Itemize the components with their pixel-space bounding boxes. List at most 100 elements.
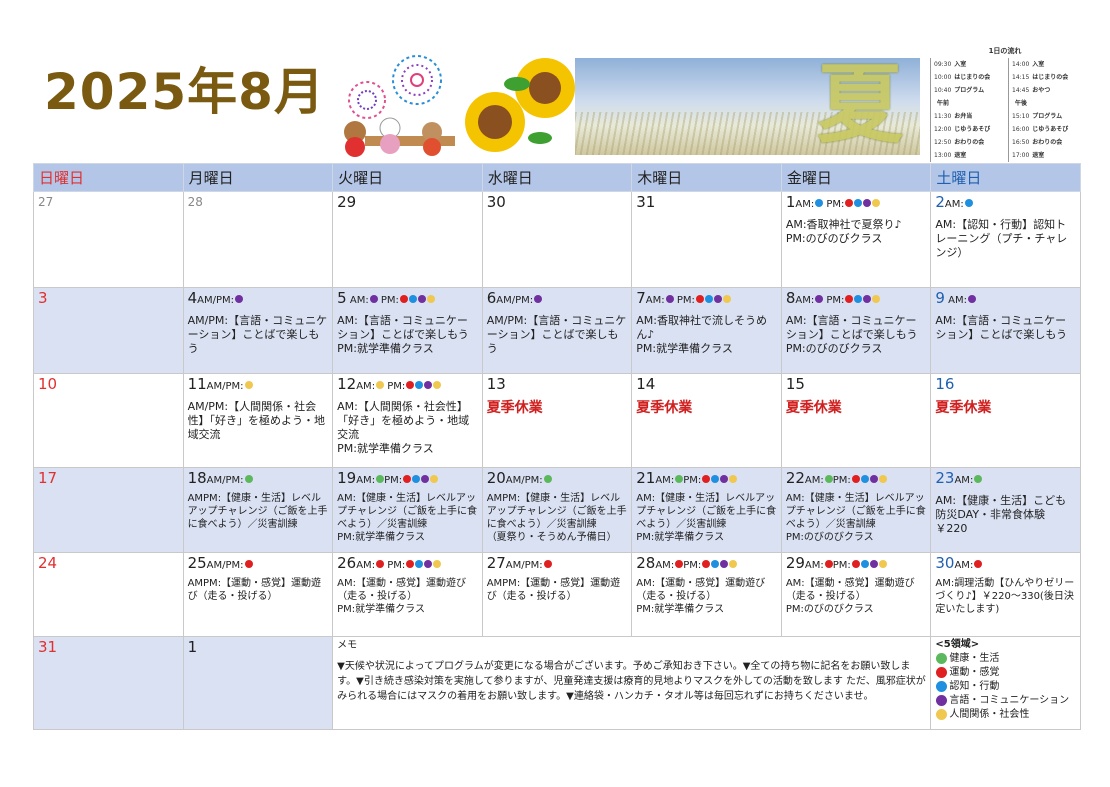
event-text: AM:【認知・行動】認知トレーニング（プチ・チャレンジ） <box>935 218 1068 259</box>
session-mark: AM: <box>356 381 376 392</box>
day-header: 9 AM: <box>935 289 1076 310</box>
schedule-row: 12:00 じゆうあそび <box>934 123 1002 136</box>
cognition-dot-icon <box>711 559 720 568</box>
schedule-row: 午前 <box>934 97 1002 110</box>
day-cell-28: 28AM: PM: AM:【運動・感覚】運動遊び（走る・投げる） PM:就学準備クラス <box>631 552 782 637</box>
day-cell-31: 31 <box>33 636 184 730</box>
schedule-label: はじまりの会 <box>1032 74 1069 81</box>
holiday-label: 夏季休業 <box>785 400 842 416</box>
day-cell-11: 11AM/PM: AM/PM:【人間関係・社会性】「好き」を極めよう・地域交流 <box>182 373 334 468</box>
weekday-thursday: 木曜日 <box>631 163 782 192</box>
day-number: 28 <box>187 195 203 209</box>
session-mark: AM: <box>954 475 974 486</box>
social-dot-icon <box>433 380 442 389</box>
day-header: 30 <box>487 193 628 211</box>
day-cell-15: 15 夏季休業 <box>780 373 932 468</box>
language-dot-icon <box>424 559 433 568</box>
session-mark: AM: <box>954 560 974 571</box>
animals-icon <box>344 117 455 157</box>
day-header: 27 <box>38 193 179 211</box>
session-mark: AM/PM: <box>206 381 244 392</box>
holiday-label: 夏季休業 <box>935 400 992 416</box>
session-mark: AM: <box>645 295 665 306</box>
day-header: 10 <box>38 375 179 393</box>
schedule-row: 13:00 退室 <box>934 149 1002 162</box>
day-header: 29 <box>337 193 478 211</box>
social-dot-icon <box>936 708 948 720</box>
language-dot-icon <box>720 559 729 568</box>
day-number: 20 <box>486 469 506 487</box>
session-mark-pm: PM: <box>823 295 845 306</box>
day-number: 28 <box>636 554 656 572</box>
session-mark-pm: PM: <box>384 381 406 392</box>
legend-label: 認知・行動 <box>949 681 1000 692</box>
session-mark-pm: PM: <box>673 295 695 306</box>
day-number: 15 <box>785 375 805 393</box>
session-mark: AM/PM: <box>496 295 534 306</box>
session-mark: AM: <box>655 475 675 486</box>
schedule-label: じゆうあそび <box>1032 126 1069 133</box>
fireworks-icon <box>348 55 442 119</box>
social-dot-icon <box>722 294 731 303</box>
day-header: 7AM: PM: <box>636 289 777 310</box>
day-header: 29AM: PM: <box>786 554 927 575</box>
day-number: 30 <box>935 554 955 572</box>
event-text: AM/PM:【言語・コミュニケーション】ことばで楽しもう <box>187 314 328 355</box>
event-text: AM:調理活動【ひんやりゼリーづくり♪】￥220～330(後日決定いたします) <box>935 578 1075 615</box>
event-text: AM:【健康・生活】レベルアップチャレンジ（ご飯を上手に食べよう）／災害訓練 <box>636 493 777 530</box>
day-cell-29: 29 <box>332 191 483 288</box>
day-cell-27: 27AM/PM: AMPM:【運動・感覚】運動遊び（走る・投げる） <box>481 552 633 637</box>
day-cell-5: 5 AM: PM: AM:【言語・コミュニケーション】ことばで楽しもう PM:就学準… <box>332 287 483 374</box>
cognition-dot-icon <box>860 559 869 568</box>
day-cell-16: 16 夏季休業 <box>930 373 1081 468</box>
memo-heading: メモ <box>337 640 358 651</box>
holiday-label: 夏季休業 <box>486 400 543 416</box>
session-mark-pm: PM: <box>683 560 702 571</box>
health-dot-icon <box>543 474 552 483</box>
week-row-6: 31 1 メモ ▼天候や状況によってプログラムが変更になる場合がございます。予め… <box>33 636 1081 730</box>
social-dot-icon <box>878 474 887 483</box>
day-number: 2 <box>935 193 945 211</box>
legend-label: 運動・感覚 <box>949 667 1000 678</box>
day-cell-23: 23AM: AM:【健康・生活】こども防災DAY・非常食体験 ￥220 <box>930 467 1081 553</box>
week-row-1: 27 28 29 30 31 1AM: PM: AM:香取神社で夏祭り♪ PM:のびのびクラス… <box>33 191 1081 288</box>
session-mark: AM: <box>944 295 967 306</box>
schedule-afternoon: 14:00 入室 14:15 はじまりの会 14:45 おやつ 午後 15:10 プログラム 16… <box>1008 58 1080 162</box>
event-text: PM:就学準備クラス <box>337 604 425 615</box>
daily-schedule: 1日の流れ 09:30 入室 10:00 はじまりの会 10:40 プログラム 午前 11:3… <box>930 46 1080 164</box>
language-dot-icon <box>863 294 872 303</box>
day-cell-2: 2AM: AM:【認知・行動】認知トレーニング（プチ・チャレンジ） <box>930 191 1081 288</box>
cognition-dot-icon <box>412 474 421 483</box>
day-header: 31 <box>636 193 777 211</box>
event-text: AM:香取神社で夏祭り♪ <box>785 218 902 231</box>
social-dot-icon <box>376 380 385 389</box>
schedule-row: 11:30 お弁当 <box>934 110 1002 123</box>
session-mark-pm: PM: <box>683 475 702 486</box>
day-number: 1 <box>785 193 796 211</box>
language-dot-icon <box>869 474 878 483</box>
session-mark-pm: PM: <box>384 475 403 486</box>
cognition-dot-icon <box>704 294 713 303</box>
session-mark: AM: <box>655 560 675 571</box>
day-number: 22 <box>785 469 805 487</box>
cognition-dot-icon <box>415 559 424 568</box>
event-text: AM:【健康・生活】レベルアップチャレンジ（ご飯を上手に食べよう）／災害訓練 <box>785 493 926 530</box>
schedule-time: 14:45 <box>1012 87 1030 94</box>
language-dot-icon <box>665 294 674 303</box>
day-number: 21 <box>636 469 656 487</box>
event-text: PM:就学準備クラス <box>636 604 725 615</box>
day-cell-1: 1 <box>182 636 334 730</box>
language-dot-icon <box>863 198 872 207</box>
day-number: 18 <box>187 469 207 487</box>
weekday-saturday: 土曜日 <box>930 163 1081 192</box>
social-dot-icon <box>872 294 881 303</box>
day-header: 21AM: PM: <box>636 469 777 490</box>
day-cell-27: 27 <box>33 191 184 288</box>
motor-dot-icon <box>702 559 711 568</box>
event-text: PM:のびのびクラス <box>785 342 883 355</box>
schedule-time: 10:40 <box>934 87 952 94</box>
holiday-label: 夏季休業 <box>636 400 693 416</box>
day-header: 28AM: PM: <box>636 554 777 575</box>
event-text: AM:【運動・感覚】運動遊び（走る・投げる） <box>636 578 766 602</box>
schedule-label: 午後 <box>1015 100 1028 107</box>
